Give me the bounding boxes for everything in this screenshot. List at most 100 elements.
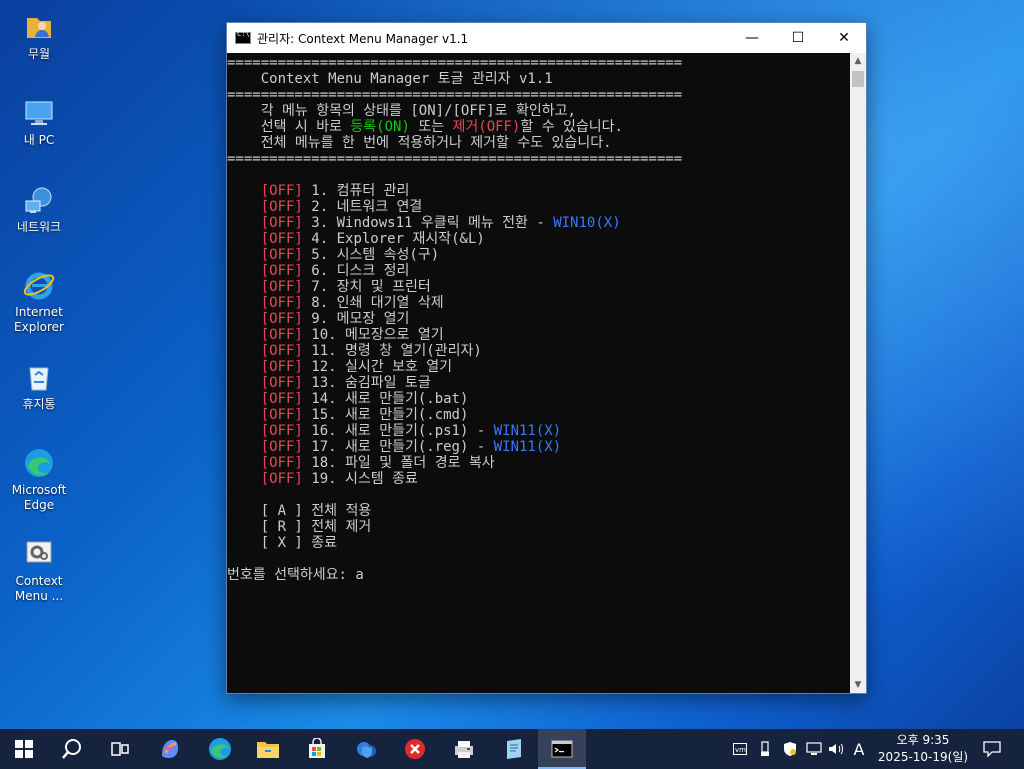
close-app-button[interactable] xyxy=(391,729,439,769)
item-status: [OFF] xyxy=(260,231,303,247)
header-title: Context Menu Manager 토글 관리자 v1.1 xyxy=(227,71,553,87)
notification-icon xyxy=(983,741,1001,757)
separator-line: ========================================… xyxy=(227,151,683,167)
menu-item: [OFF] 13. 숨김파일 토글 xyxy=(227,375,851,391)
item-status: [OFF] xyxy=(260,311,303,327)
internet-explorer-icon xyxy=(22,268,56,302)
item-label: 15. 새로 만들기(.cmd) xyxy=(302,407,469,423)
clock-time: 오후 9:35 xyxy=(896,733,950,747)
item-status: [OFF] xyxy=(260,359,303,375)
menu-item: [OFF] 3. Windows11 우클릭 메뉴 전환 - WIN10(X) xyxy=(227,215,851,231)
copilot-button[interactable] xyxy=(146,729,194,769)
menu-item: [OFF] 2. 네트워크 연결 xyxy=(227,199,851,215)
desktop-icon-label: Context Menu ... xyxy=(14,574,64,603)
menu-item: [OFF] 11. 명령 창 열기(관리자) xyxy=(227,343,851,359)
desktop-icon-user-folder[interactable]: 무월 xyxy=(6,10,72,62)
taskbar: vm A 오후 9:35 2025-10-19(일) xyxy=(0,729,1024,769)
taskbar-clock[interactable]: 오후 9:35 2025-10-19(일) xyxy=(868,732,978,766)
input-prompt[interactable]: 번호를 선택하세요: a xyxy=(227,567,851,583)
item-status: [OFF] xyxy=(260,279,303,295)
item-note: WIN10(X) xyxy=(553,215,621,231)
scroll-up-icon[interactable]: ▲ xyxy=(850,53,866,69)
ime-indicator[interactable]: A xyxy=(849,729,869,769)
maximize-button[interactable]: ☐ xyxy=(775,23,821,53)
security-tray-icon[interactable] xyxy=(780,729,800,769)
defender-button[interactable] xyxy=(342,729,390,769)
minimize-button[interactable]: — xyxy=(729,23,775,53)
action-apply-all: [ A ] 전체 적용 xyxy=(227,503,372,519)
desktop-icon-recycle-bin[interactable]: 휴지통 xyxy=(6,360,72,412)
terminal-taskbar-button[interactable] xyxy=(538,729,586,769)
item-status: [OFF] xyxy=(260,391,303,407)
desktop-icon-context-menu-manager[interactable]: Context Menu ... xyxy=(6,537,72,604)
desktop-icon-label: 내 PC xyxy=(23,133,55,147)
notepad-app-button[interactable] xyxy=(490,729,538,769)
edge-icon xyxy=(209,738,231,760)
network-icon xyxy=(22,183,56,217)
file-explorer-button[interactable] xyxy=(244,729,292,769)
desktop-icon-this-pc[interactable]: 내 PC xyxy=(6,96,72,148)
window-titlebar[interactable]: 관리자: Context Menu Manager v1.1 — ☐ ✕ xyxy=(227,23,866,53)
item-status: [OFF] xyxy=(260,295,303,311)
desktop-icon-label: 네트워크 xyxy=(16,220,62,234)
item-status: [OFF] xyxy=(260,439,303,455)
scroll-thumb[interactable] xyxy=(852,71,864,87)
menu-item: [OFF] 5. 시스템 속성(구) xyxy=(227,247,851,263)
desktop-icon-network[interactable]: 네트워크 xyxy=(6,183,72,235)
item-note: WIN11(X) xyxy=(493,423,562,439)
info-line-2: 선택 시 바로 등록(ON) 또는 제거(OFF)할 수 있습니다. xyxy=(227,119,623,135)
settings-app-icon xyxy=(22,537,56,571)
store-icon xyxy=(309,738,325,758)
edge-icon xyxy=(22,446,56,480)
scroll-down-icon[interactable]: ▼ xyxy=(850,677,866,693)
copilot-icon xyxy=(162,740,178,758)
item-status: [OFF] xyxy=(260,183,303,199)
store-button[interactable] xyxy=(293,729,341,769)
menu-item: [OFF] 12. 실시간 보호 열기 xyxy=(227,359,851,375)
notification-button[interactable] xyxy=(980,729,1004,769)
desktop-icon-internet-explorer[interactable]: Internet Explorer xyxy=(6,268,72,335)
separator-line: ========================================… xyxy=(227,55,683,71)
volume-tray-icon[interactable] xyxy=(826,729,848,769)
menu-item: [OFF] 10. 메모장으로 열기 xyxy=(227,327,851,343)
close-button[interactable]: ✕ xyxy=(821,23,867,53)
item-label: 6. 디스크 정리 xyxy=(302,263,410,279)
item-status: [OFF] xyxy=(260,247,303,263)
vmware-tray-icon[interactable]: vm xyxy=(730,729,750,769)
info-line-1: 각 메뉴 항목의 상태를 [ON]/[OFF]로 확인하고, xyxy=(227,103,576,119)
terminal-icon xyxy=(551,740,573,758)
item-label: 17. 새로 만들기(.reg) - xyxy=(302,439,494,455)
item-label: 5. 시스템 속성(구) xyxy=(302,247,440,263)
computer-icon xyxy=(22,96,56,130)
desktop-icon-label: Internet Explorer xyxy=(14,305,64,334)
item-status: [OFF] xyxy=(260,375,303,391)
vertical-scrollbar[interactable]: ▲ ▼ xyxy=(850,53,866,693)
recycle-bin-icon xyxy=(22,360,56,394)
desktop-icon-label: 휴지통 xyxy=(22,397,56,411)
on-label: 등록(ON) xyxy=(350,119,410,135)
item-status: [OFF] xyxy=(260,199,303,215)
usb-tray-icon[interactable] xyxy=(755,729,775,769)
printer-app-button[interactable] xyxy=(440,729,488,769)
start-button[interactable] xyxy=(0,729,48,769)
user-folder-icon xyxy=(22,10,56,44)
item-label: 11. 명령 창 열기(관리자) xyxy=(302,343,482,359)
task-view-button[interactable] xyxy=(96,729,144,769)
desktop-icon-label: 무월 xyxy=(27,47,51,61)
network-tray-icon[interactable] xyxy=(804,729,824,769)
menu-item: [OFF] 1. 컴퓨터 관리 xyxy=(227,183,851,199)
console-window[interactable]: 관리자: Context Menu Manager v1.1 — ☐ ✕ ===… xyxy=(226,22,867,694)
menu-item: [OFF] 7. 장치 및 프린터 xyxy=(227,279,851,295)
clock-date: 2025-10-19(일) xyxy=(877,750,969,764)
desktop-icon-edge[interactable]: Microsoft Edge xyxy=(6,446,72,513)
search-button[interactable] xyxy=(48,729,96,769)
task-view-icon xyxy=(111,742,129,756)
edge-taskbar-button[interactable] xyxy=(196,729,244,769)
action-remove-all: [ R ] 전체 제거 xyxy=(227,519,372,535)
console-output[interactable]: ========================================… xyxy=(227,53,851,693)
defender-icon xyxy=(357,742,376,758)
item-label: 10. 메모장으로 열기 xyxy=(302,327,444,343)
item-label: 14. 새로 만들기(.bat) xyxy=(302,391,469,407)
